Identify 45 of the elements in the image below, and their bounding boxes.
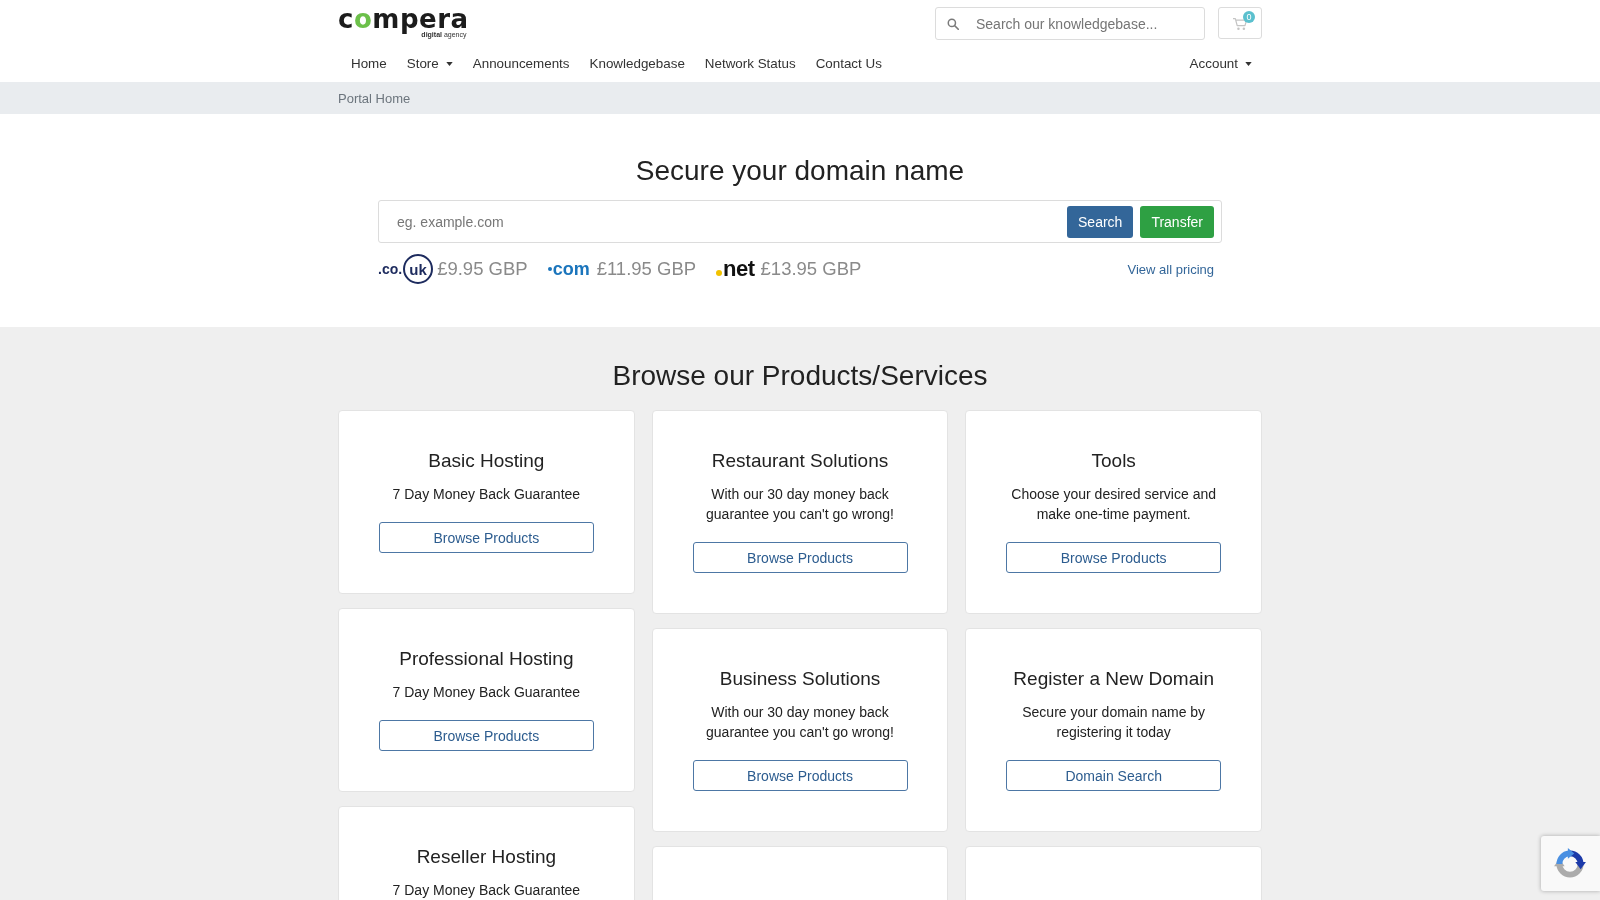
search-button[interactable]: Search: [1067, 205, 1134, 238]
breadcrumb-link[interactable]: Portal Home: [338, 90, 411, 106]
card-description: 7 Day Money Back Guarantee: [392, 485, 581, 504]
products-heading: Browse our Products/Services: [611, 359, 989, 393]
browse-button[interactable]: Browse Products: [1006, 542, 1222, 573]
domain-heading: Secure your domain name: [635, 154, 965, 188]
tld-logo: net: [723, 256, 755, 282]
cart-icon: [1232, 17, 1248, 31]
nav-link[interactable]: Contact Us: [805, 53, 892, 74]
card-title: Reseller Hosting: [416, 846, 557, 868]
nav-link[interactable]: Announcements: [462, 53, 580, 74]
card-title: Tools: [1091, 450, 1136, 472]
cart-count-badge: 0: [1243, 11, 1255, 23]
card-description: Secure your domain name by registering it today: [1021, 703, 1207, 742]
card-title: Business Solutions: [719, 668, 881, 690]
card-description: Choose your desired service and make one-time payment.: [1010, 485, 1217, 524]
card-title: Basic Hosting: [428, 450, 545, 472]
card-description: With our 30 day money back guarantee you can't go wrong!: [705, 485, 895, 524]
browse-button[interactable]: Browse Products: [692, 542, 908, 573]
card-title: Restaurant Solutions: [711, 450, 889, 472]
browse-button[interactable]: Browse Products: [692, 760, 908, 791]
card-title: Register a New Domain: [1013, 668, 1214, 690]
browse-button[interactable]: Browse Products: [378, 720, 594, 751]
tld-price: £9.95 GBP: [437, 258, 528, 280]
nav-link[interactable]: Knowledgebase: [579, 53, 695, 74]
browse-button[interactable]: Browse Products: [378, 522, 594, 553]
card-description: 7 Day Money Back Guarantee: [392, 881, 581, 900]
tld-price: £13.95 GBP: [760, 258, 862, 280]
tld-logo: .co. uk: [378, 254, 434, 284]
browse-button[interactable]: Domain Search: [1006, 760, 1222, 791]
tld-logo: com: [552, 258, 590, 280]
account-menu-link[interactable]: Account: [1179, 53, 1262, 74]
card-description: With our 30 day money back guarantee you can't go wrong!: [705, 703, 895, 742]
tld-price: £11.95 GBP: [596, 258, 697, 280]
knowledgebase-search-field[interactable]: Search our knowledgebase...: [935, 7, 1205, 40]
card-title: Professional Hosting: [399, 648, 574, 670]
nav-link[interactable]: Network Status: [694, 53, 806, 74]
search-icon: [947, 18, 959, 30]
circular-arrows-icon: [1553, 846, 1587, 881]
domain-search-field[interactable]: eg. example.com Search Transfer: [378, 200, 1222, 243]
nav-link[interactable]: Home: [341, 53, 397, 74]
view-pricing-link[interactable]: View all pricing: [1127, 261, 1214, 277]
verification-badge[interactable]: [1541, 836, 1600, 891]
card-description: 7 Day Money Back Guarantee: [392, 683, 581, 702]
nav-link[interactable]: Store: [396, 53, 463, 74]
